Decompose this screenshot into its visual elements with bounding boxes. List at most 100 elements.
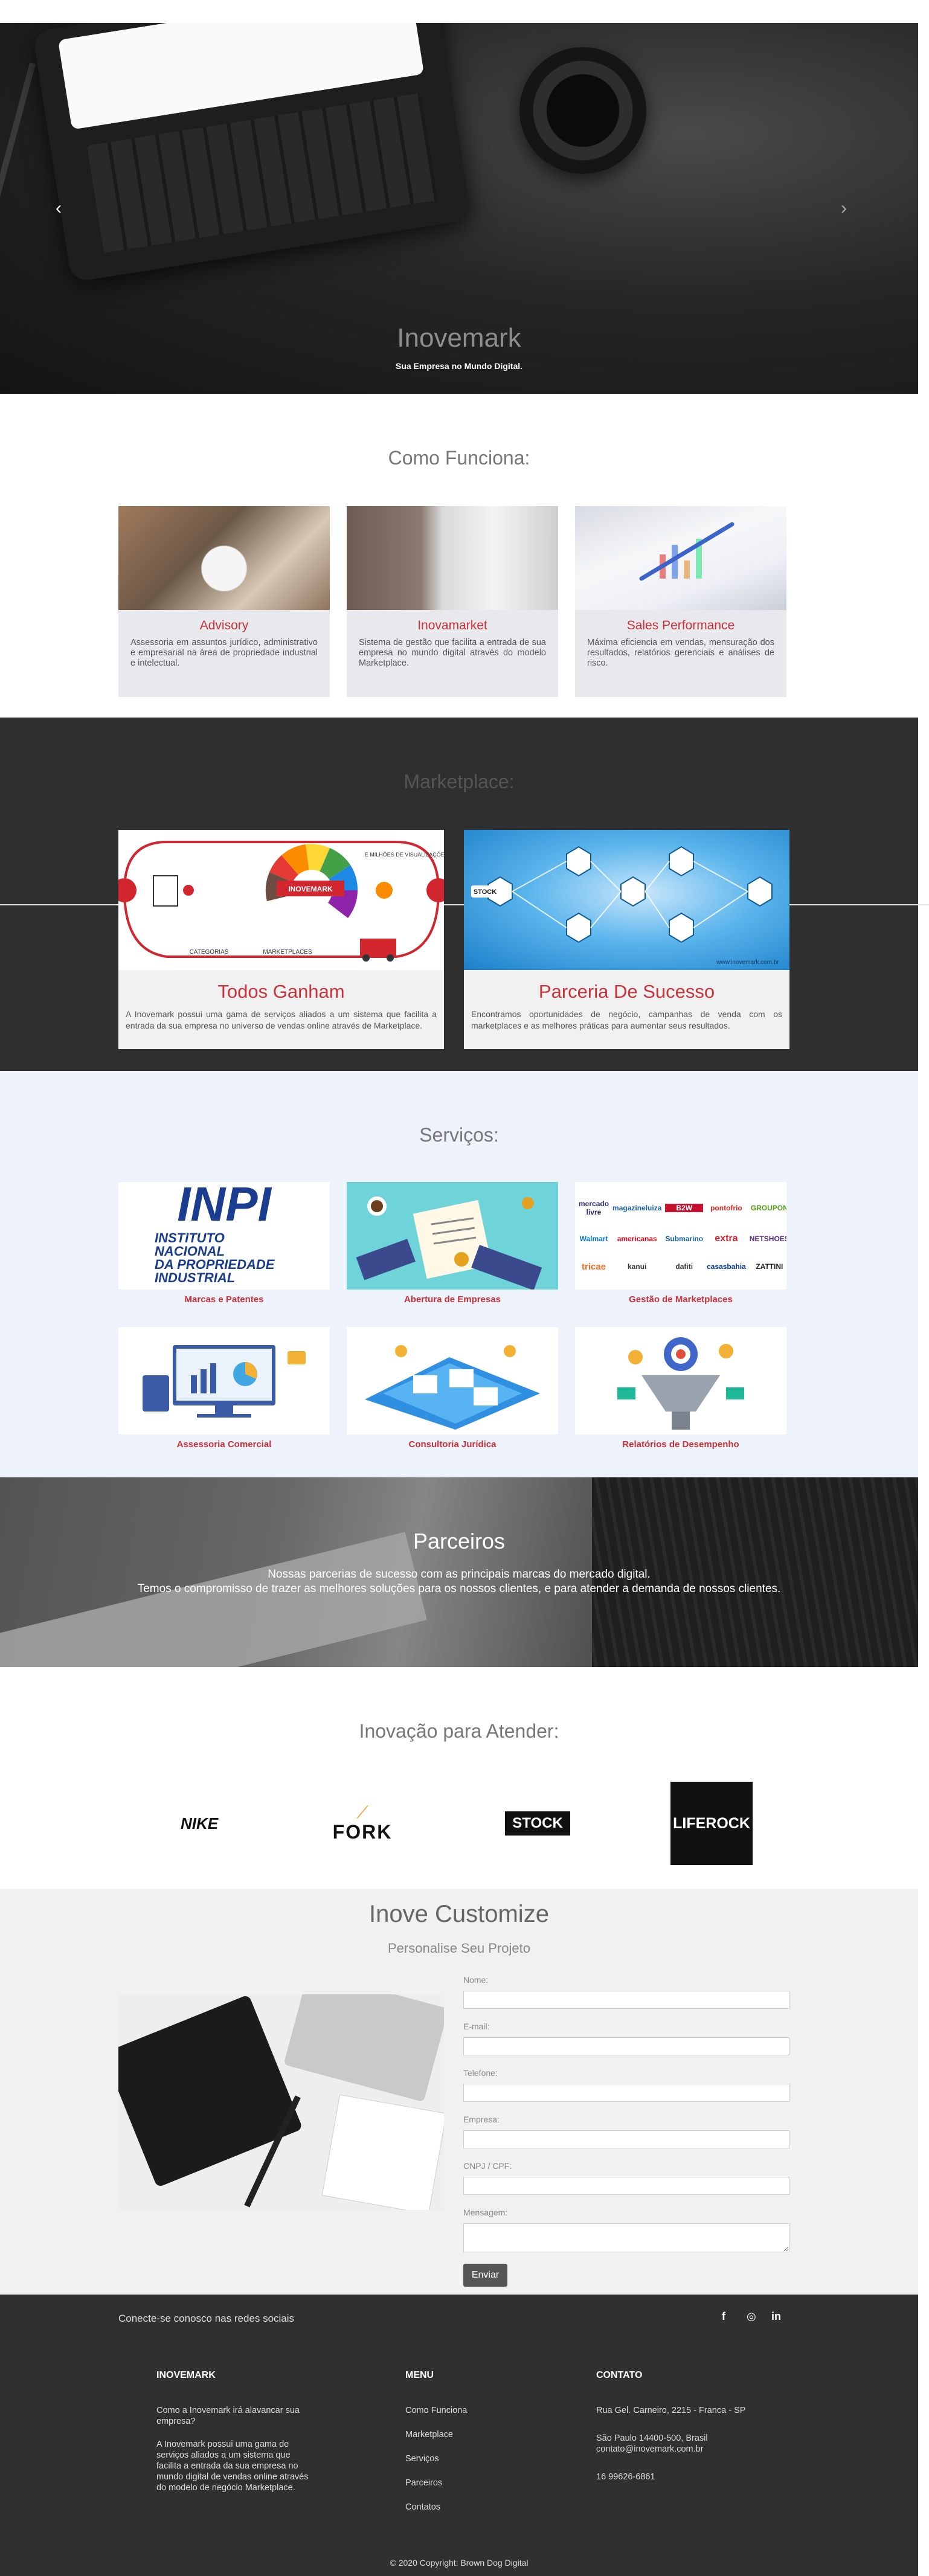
card-text: Sistema de gestão que facilita a entrada… (359, 638, 546, 668)
marketplace-diagram-image: INOVEMARK CATEGORIAS MARKETPLACES E MILH… (118, 830, 444, 970)
field-label: Empresa: (463, 2115, 500, 2124)
field-label: Mensagem: (463, 2208, 508, 2217)
footer-question: Como a Inovemark irá alavancar sua empre… (156, 2406, 300, 2426)
submit-button[interactable]: Enviar (463, 2264, 507, 2287)
logo-text: NIKE (180, 1814, 219, 1832)
inpi-logo: INPI (177, 1182, 272, 1231)
servicos-section: Serviços: INPI INSTITUTO NACIONAL DA PRO… (0, 1071, 918, 1477)
partnership-diagram-image: STOCK www.inovemark.com.br (464, 830, 789, 970)
field-label: E-mail: (463, 2022, 490, 2031)
fork-icon: ⟋ (356, 1802, 368, 1822)
field-label: Telefone: (463, 2068, 498, 2078)
card-sales-performance[interactable]: Sales Performance Máxima eficiencia em v… (575, 506, 786, 697)
card-advisory[interactable]: Advisory Assessoria em assuntos jurídico… (118, 506, 330, 697)
footer-link-contatos[interactable]: Contatos (405, 2502, 526, 2513)
logo-americanas: americanas (617, 1235, 657, 1244)
service-label[interactable]: Relatórios de Desempenho (575, 1439, 786, 1450)
logo-groupon: GROUPON (750, 1204, 786, 1213)
meeting-photo (118, 506, 330, 610)
footer-heading: CONTATO (596, 2370, 643, 2380)
footer-link-como-funciona[interactable]: Como Funciona (405, 2405, 526, 2416)
service-relatorios-desempenho[interactable] (575, 1327, 786, 1434)
section-title: Serviços: (419, 1124, 499, 1146)
card-inovamarket[interactable]: Inovamarket Sistema de gestão que facili… (347, 506, 558, 697)
footer-heading: INOVEMARK (156, 2370, 216, 2380)
service-marcas-patentes[interactable]: INPI INSTITUTO NACIONAL DA PROPRIEDADE I… (118, 1182, 330, 1290)
footer-link-servicos[interactable]: Serviços (405, 2453, 526, 2464)
diagram-stock: STOCK (474, 888, 497, 896)
field-label: CNPJ / CPF: (463, 2161, 512, 2171)
footer-address: Rua Gel. Carneiro, 2215 - Franca - SP (596, 2406, 746, 2415)
diagram-site: www.inovemark.com.br (716, 959, 779, 966)
card-title: Todos Ganham (217, 981, 345, 1002)
partner-logo-liferock[interactable]: LIFEROCK (670, 1782, 753, 1865)
footer-description: A Inovemark possui uma gama de serviços … (156, 2439, 309, 2493)
name-field[interactable] (463, 1991, 789, 2009)
card-text: Máxima eficiencia em vendas, mensuração … (587, 638, 774, 668)
footer-link-parceiros[interactable]: Parceiros (405, 2478, 526, 2488)
tablet-keyboard-image (32, 23, 472, 283)
page: ‹ › Inovemark Sua Empresa no Mundo Digit… (0, 0, 929, 2576)
footer-link-marketplace[interactable]: Marketplace (405, 2429, 526, 2440)
email-field[interactable] (463, 2037, 789, 2055)
message-field[interactable] (463, 2223, 789, 2252)
section-title: Parceiros (413, 1529, 506, 1553)
diagram-brand: INOVEMARK (288, 885, 333, 893)
carousel-prev-button[interactable]: ‹ (56, 198, 62, 219)
footer: INOVEMARK Como a Inovemark irá alavancar… (0, 2343, 918, 2576)
service-abertura-empresas[interactable] (347, 1182, 558, 1290)
social-bar: Conecte-se conosco nas redes sociais f ◎… (0, 2295, 918, 2343)
card-title: Parceria De Sucesso (538, 981, 715, 1002)
diagram-marketplaces: MARKETPLACES (263, 949, 312, 956)
phone-field[interactable] (463, 2084, 789, 2102)
company-field[interactable] (463, 2130, 789, 2148)
footer-col-contato: CONTATO Rua Gel. Carneiro, 2215 - Franca… (596, 2370, 777, 2482)
inovacao-section: Inovação para Atender: NIKE ⟋ FORK STOCK… (0, 1667, 918, 1889)
partner-logo-stock[interactable]: STOCK (497, 1782, 579, 1865)
logo-text: LIFEROCK (673, 1814, 750, 1832)
carousel-next-button[interactable]: › (841, 198, 847, 219)
logo-text: FORK (332, 1820, 393, 1843)
diagram-categorias: CATEGORIAS (190, 949, 229, 956)
logo-submarino: Submarino (665, 1235, 704, 1244)
service-label[interactable]: Abertura de Empresas (347, 1294, 558, 1305)
linkedin-icon[interactable]: in (771, 2310, 781, 2323)
service-consultoria-juridica[interactable] (347, 1327, 558, 1434)
service-label[interactable]: Assessoria Comercial (118, 1439, 330, 1450)
logo-casasbahia: casasbahia (707, 1262, 746, 1271)
social-text: Conecte-se conosco nas redes sociais (118, 2313, 295, 2324)
card-title: Sales Performance (626, 618, 735, 632)
partner-logo-fork[interactable]: ⟋ FORK (329, 1782, 396, 1865)
inpi-line: INDUSTRIAL (155, 1270, 235, 1285)
service-label[interactable]: Gestão de Marketplaces (575, 1294, 786, 1305)
customize-subtitle: Personalise Seu Projeto (387, 1941, 531, 1956)
service-label[interactable]: Consultoria Jurídica (347, 1439, 558, 1450)
coffee-cup-image (519, 47, 646, 174)
service-label[interactable]: Marcas e Patentes (118, 1294, 330, 1305)
customize-title: Inove Customize (369, 1901, 549, 1927)
hero-carousel: ‹ › Inovemark Sua Empresa no Mundo Digit… (0, 23, 918, 394)
service-gestao-marketplaces[interactable]: mercado livre magazineluiza B2W pontofri… (575, 1182, 786, 1290)
logo-netshoes: NETSHOES (749, 1235, 786, 1244)
section-title: Como Funciona: (388, 447, 530, 469)
field-label: Nome: (463, 1975, 489, 1985)
workspace-photo (118, 1994, 444, 2210)
logo-magazineluiza: magazineluiza (612, 1204, 662, 1213)
cnpj-cpf-field[interactable] (463, 2177, 789, 2195)
card-todos-ganham[interactable]: INOVEMARK CATEGORIAS MARKETPLACES E MILH… (118, 830, 444, 1049)
partner-logo-nike[interactable]: NIKE (169, 1782, 230, 1865)
copyright: © 2020 Copyright: Brown Dog Digital (390, 2558, 529, 2568)
diagram-top-label: E MILHÕES DE VISUALIZAÇÕES / DIA (365, 852, 444, 858)
logo-kanui: kanui (628, 1262, 647, 1271)
parceiros-text-line: Temos o compromisso de trazer as melhore… (137, 1582, 781, 1595)
logo-tricae: tricae (582, 1261, 606, 1272)
card-title: Inovamarket (417, 618, 487, 632)
facebook-icon[interactable]: f (722, 2310, 725, 2323)
footer-col-inovemark: INOVEMARK Como a Inovemark irá alavancar… (156, 2370, 313, 2493)
card-parceria-de-sucesso[interactable]: STOCK www.inovemark.com.br Parceria De S… (464, 830, 789, 1049)
footer-email[interactable]: contato@inovemark.com.br (596, 2444, 777, 2455)
service-assessoria-comercial[interactable] (118, 1327, 330, 1434)
logo-text: STOCK (505, 1811, 570, 1836)
logo-pontofrio: pontofrio (710, 1204, 742, 1213)
instagram-icon[interactable]: ◎ (747, 2310, 756, 2323)
